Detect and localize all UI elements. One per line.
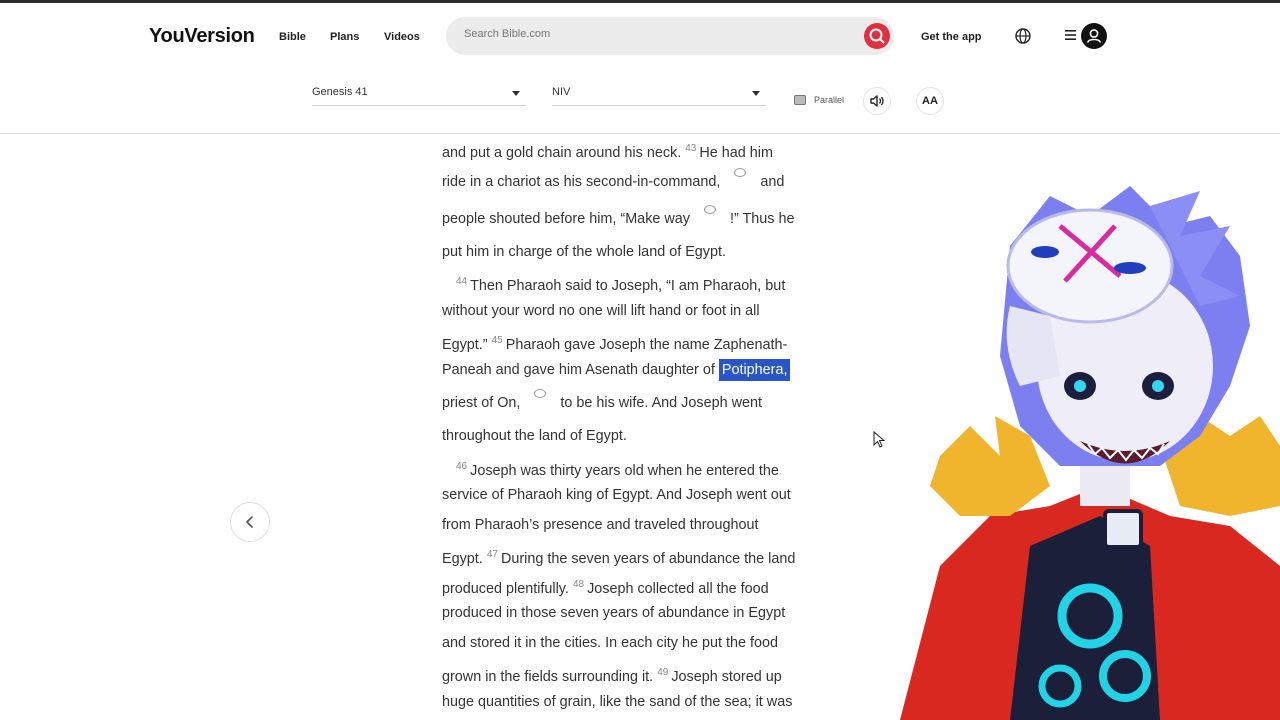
- chapter-selector[interactable]: Genesis 41: [312, 79, 526, 106]
- verse-number: 43: [685, 143, 697, 154]
- verse-line: put him in charge of the whole land of E…: [442, 243, 726, 260]
- parallel-label[interactable]: Parallel: [814, 95, 844, 105]
- verse-line: produced in those seven years of abundan…: [442, 605, 786, 621]
- verse-line: 44 Then Pharaoh said to Joseph, “I am Pha…: [442, 267, 832, 297]
- chevron-down-icon: [512, 91, 520, 96]
- verse-text: Then Pharaoh said to Joseph, “I am Phara…: [470, 278, 786, 294]
- nav-videos[interactable]: Videos: [384, 31, 420, 43]
- scripture-text: and put a gold chain around his neck. 43…: [442, 134, 832, 717]
- verse-text: !” Thus he: [729, 210, 795, 227]
- version-selector-label: NIV: [552, 86, 571, 98]
- verse-text: ride in a chariot as his second-in-comma…: [442, 173, 721, 190]
- menu-icon[interactable]: [1064, 27, 1078, 43]
- search-bar: [446, 17, 894, 55]
- highlighted-word[interactable]: Potiphera,: [718, 358, 791, 381]
- verse-line: Egypt. 47 During the seven years of abund…: [442, 540, 832, 570]
- verse-text: and: [760, 173, 785, 190]
- verse-text: to be his wife. And Joseph went: [560, 395, 762, 411]
- verse-text: Egypt.”: [442, 337, 488, 353]
- verse-line: from Pharaoh’s presence and traveled thr…: [442, 516, 759, 533]
- verse-text: Joseph collected all the food: [587, 580, 769, 597]
- chevron-down-icon: [752, 91, 760, 96]
- font-size-button[interactable]: AA: [916, 87, 944, 115]
- site-header: YouVersion Bible Plans Videos Get the ap…: [0, 3, 1280, 67]
- chapter-selector-label: Genesis 41: [312, 86, 368, 98]
- verse-text: Pharaoh gave Joseph the name Zaphenath-: [505, 337, 788, 353]
- speaker-icon: [870, 95, 884, 107]
- verse-line: produced plentifully. 48 Joseph collected…: [442, 570, 832, 600]
- verse-text: Joseph was thirty years old when he ente…: [470, 462, 779, 479]
- mouse-cursor-icon: [873, 431, 886, 448]
- verse-number: 47: [486, 549, 498, 560]
- vtuber-avatar-overlay: [900, 186, 1280, 720]
- verse-line: people shouted before him, “Make way !” T…: [442, 201, 832, 238]
- search-input[interactable]: [464, 28, 824, 40]
- chevron-left-icon: [246, 516, 253, 528]
- verse-number: 45: [491, 335, 503, 346]
- verse-number: 44: [456, 276, 468, 287]
- user-icon: [1086, 29, 1102, 43]
- verse-text: Joseph stored up: [671, 669, 782, 685]
- verse-line: Paneah and gave him Asenath daughter of …: [442, 356, 832, 386]
- verse-text: priest of On,: [442, 395, 521, 411]
- verse-line: without your word no one will lift hand …: [442, 302, 760, 319]
- verse-text: produced plentifully.: [442, 580, 569, 597]
- verse-text: people shouted before him, “Make way: [442, 210, 690, 227]
- verse-text: Egypt.: [442, 551, 483, 567]
- user-avatar-button[interactable]: [1081, 23, 1107, 49]
- note-bubble-icon[interactable]: [734, 167, 747, 177]
- verse-number: 49: [657, 667, 669, 678]
- previous-chapter-button[interactable]: [230, 502, 270, 542]
- verse-line: huge quantities of grain, like the sand …: [442, 693, 793, 710]
- verse-line: and stored it in the cities. In each cit…: [442, 634, 778, 651]
- verse-line: grown in the fields surrounding it. 49 Jo…: [442, 658, 832, 688]
- verse-line: priest of On, to be his wife. And Joseph …: [442, 385, 832, 422]
- search-icon: [869, 28, 885, 44]
- verse-text: Paneah and gave him Asenath daughter of: [442, 361, 715, 378]
- nav-plans[interactable]: Plans: [330, 31, 359, 43]
- verse-line: ride in a chariot as his second-in-comma…: [442, 164, 832, 201]
- verse-number: 48: [572, 578, 585, 590]
- parallel-toggle-icon[interactable]: [794, 95, 806, 105]
- note-bubble-icon[interactable]: [534, 389, 547, 398]
- youversion-logo[interactable]: YouVersion: [149, 25, 255, 48]
- verse-number: 46: [456, 460, 468, 472]
- verse-line: 46 Joseph was thirty years old when he en…: [442, 452, 832, 482]
- verse-line: throughout the land of Egypt.: [442, 428, 627, 444]
- verse-line: Egypt.” 45 Pharaoh gave Joseph the name Z…: [442, 326, 832, 356]
- verse-line: service of Pharaoh king of Egypt. And Jo…: [442, 487, 791, 503]
- verse-text: and put a gold chain around his neck.: [442, 145, 682, 161]
- verse-line: and put a gold chain around his neck. 43…: [442, 134, 832, 164]
- version-selector[interactable]: NIV: [552, 79, 766, 106]
- audio-button[interactable]: [863, 87, 891, 115]
- verse-text: He had him: [699, 145, 773, 161]
- nav-bible[interactable]: Bible: [279, 31, 306, 43]
- search-button[interactable]: [864, 23, 890, 49]
- font-size-label: AA: [922, 95, 938, 107]
- verse-text: During the seven years of abundance the …: [500, 551, 796, 567]
- note-bubble-icon[interactable]: [703, 204, 716, 214]
- get-app-link[interactable]: Get the app: [921, 31, 982, 43]
- reader-toolbar: Genesis 41 NIV Parallel AA: [0, 67, 1280, 134]
- globe-icon[interactable]: [1014, 27, 1032, 45]
- verse-text: grown in the fields surrounding it.: [442, 669, 654, 685]
